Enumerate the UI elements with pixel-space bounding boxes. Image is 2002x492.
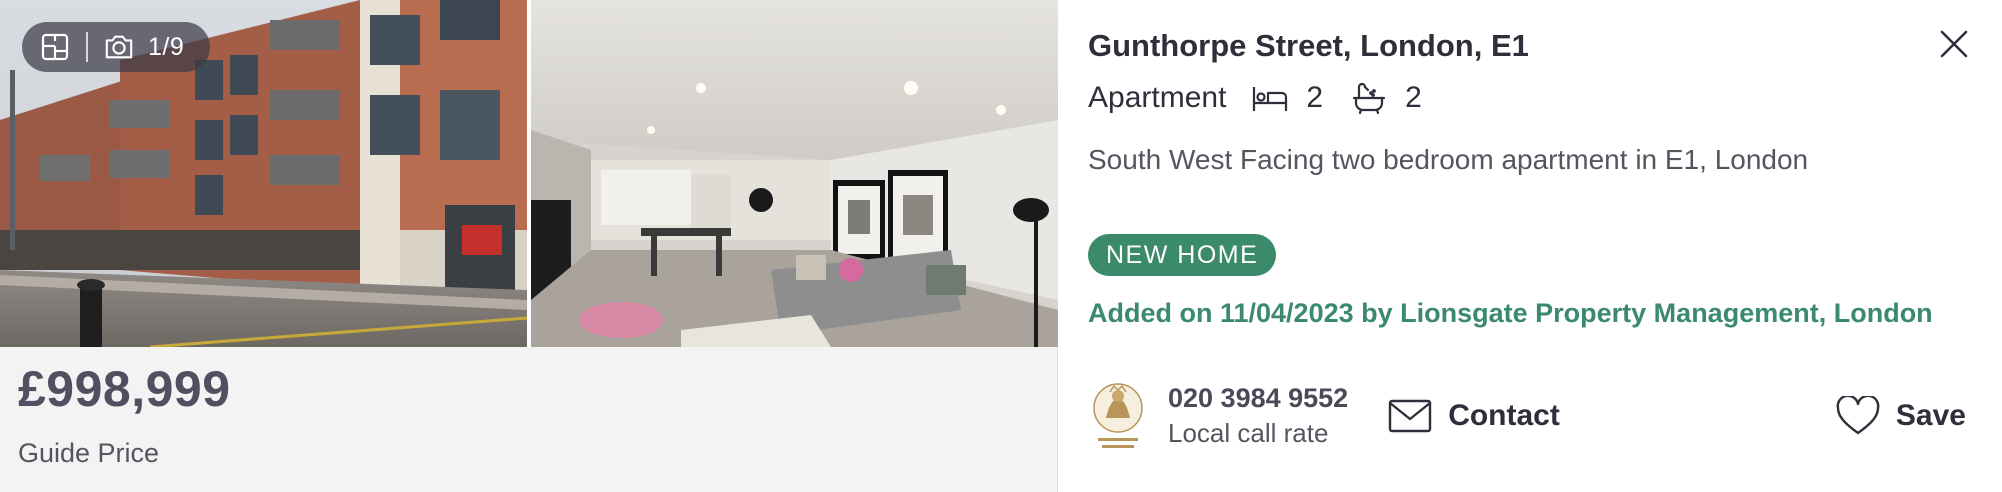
price-qualifier: Guide Price xyxy=(18,438,160,468)
floorplan-icon[interactable] xyxy=(40,32,70,62)
save-label: Save xyxy=(1895,399,1966,432)
contact-button[interactable]: Contact xyxy=(1388,396,1560,436)
added-info: Added on 11/04/2023 by Lionsgate Propert… xyxy=(1088,298,1933,328)
phone-note: Local call rate xyxy=(1168,418,1329,448)
bed-icon xyxy=(1252,80,1288,116)
close-icon[interactable] xyxy=(1938,28,1970,65)
phone-number[interactable]: 020 3984 9552 xyxy=(1168,383,1348,414)
details-panel: Gunthorpe Street, London, E1 Apartment 2 xyxy=(1058,0,2002,492)
listing-address[interactable]: Gunthorpe Street, London, E1 xyxy=(1088,28,1529,64)
media-panel: 1/9 £998,999 Guide Price xyxy=(0,0,1058,492)
close-button[interactable] xyxy=(1934,26,1974,66)
agent-logo[interactable] xyxy=(1088,378,1148,454)
price-area: £998,999 Guide Price xyxy=(18,360,231,469)
media-counter-badge[interactable]: 1/9 xyxy=(22,22,210,72)
card-footer: 020 3984 9552 Local call rate Contact Sa… xyxy=(1088,376,1968,456)
envelope-icon xyxy=(1388,396,1434,436)
contact-label: Contact xyxy=(1448,399,1560,432)
bedroom-count: 2 xyxy=(1306,81,1324,114)
camera-icon[interactable] xyxy=(104,32,134,62)
photo-gallery[interactable]: 1/9 xyxy=(0,0,1058,347)
property-card[interactable]: 1/9 £998,999 Guide Price Gunthorpe Stree… xyxy=(0,0,2002,492)
photo-counter: 1/9 xyxy=(148,32,185,61)
price: £998,999 xyxy=(18,361,231,417)
listing-summary[interactable]: South West Facing two bedroom apartment … xyxy=(1088,144,1808,176)
property-specs: Apartment 2 2 xyxy=(1088,80,1450,116)
agent-phone[interactable]: 020 3984 9552 Local call rate xyxy=(1168,383,1348,449)
bathroom-count: 2 xyxy=(1405,81,1422,114)
property-type: Apartment xyxy=(1088,81,1227,114)
heart-icon xyxy=(1836,394,1882,438)
save-button[interactable]: Save xyxy=(1836,376,1966,456)
bath-icon xyxy=(1351,80,1387,116)
listing-photo-interior[interactable] xyxy=(531,0,1058,347)
badge-separator xyxy=(86,32,88,62)
new-home-badge: NEW HOME xyxy=(1088,234,1277,276)
